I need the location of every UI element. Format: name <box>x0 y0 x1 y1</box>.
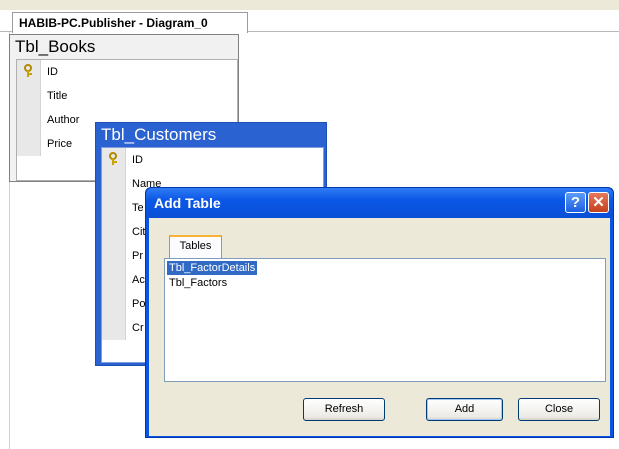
tab-strip-background <box>0 0 619 10</box>
row-selector[interactable] <box>17 84 41 108</box>
row-selector[interactable] <box>102 292 126 316</box>
column-name: Cr <box>132 322 144 334</box>
close-window-button[interactable]: ✕ <box>588 192 609 213</box>
close-button[interactable]: Close <box>518 398 600 421</box>
column-name: Price <box>47 138 73 150</box>
column-name: Te <box>132 202 144 214</box>
dialog-title[interactable]: Add Table <box>146 188 613 218</box>
tab-diagram[interactable]: HABIB-PC.Publisher - Diagram_0 <box>12 12 248 33</box>
row-selector[interactable] <box>17 132 41 156</box>
row-selector[interactable] <box>102 316 126 340</box>
column-name: Title <box>47 90 68 102</box>
dialog-body: Tables Tbl_FactorDetails Tbl_Factors Ref… <box>149 218 610 436</box>
column-name: Po <box>132 298 146 310</box>
tables-list[interactable]: Tbl_FactorDetails Tbl_Factors <box>164 258 606 382</box>
row-selector[interactable] <box>102 196 126 220</box>
list-item[interactable]: Tbl_Factors <box>167 276 229 290</box>
tab-tables[interactable]: Tables <box>169 235 222 259</box>
refresh-button[interactable]: Refresh <box>303 398 385 421</box>
list-item[interactable]: Tbl_FactorDetails <box>167 261 258 275</box>
key-icon <box>24 64 32 77</box>
key-icon <box>109 152 117 165</box>
row-selector[interactable] <box>102 268 126 292</box>
help-button[interactable]: ? <box>565 192 586 213</box>
table-books-title[interactable]: Tbl_Books <box>10 35 238 59</box>
column-name: ID <box>132 154 143 166</box>
row-selector[interactable] <box>17 108 41 132</box>
table-customers-title[interactable]: Tbl_Customers <box>96 123 326 147</box>
column-row[interactable]: Title <box>17 84 237 108</box>
column-name: ID <box>47 66 58 78</box>
column-row[interactable]: ID <box>17 60 237 84</box>
column-name: Ac <box>132 274 145 286</box>
row-selector[interactable] <box>102 172 126 196</box>
column-name: Author <box>47 114 80 126</box>
column-row[interactable]: ID <box>102 148 323 172</box>
row-selector[interactable] <box>102 220 126 244</box>
add-button[interactable]: Add <box>426 398 503 421</box>
close-icon: ✕ <box>592 194 605 211</box>
row-selector[interactable] <box>17 60 41 84</box>
row-selector[interactable] <box>102 148 126 172</box>
column-name: Cit <box>132 226 146 238</box>
column-name: Pr <box>132 250 143 262</box>
help-icon: ? <box>570 194 581 211</box>
row-selector[interactable] <box>102 244 126 268</box>
add-table-dialog: Add Table ? ✕ Tables Tbl_FactorDetails T… <box>145 187 614 438</box>
